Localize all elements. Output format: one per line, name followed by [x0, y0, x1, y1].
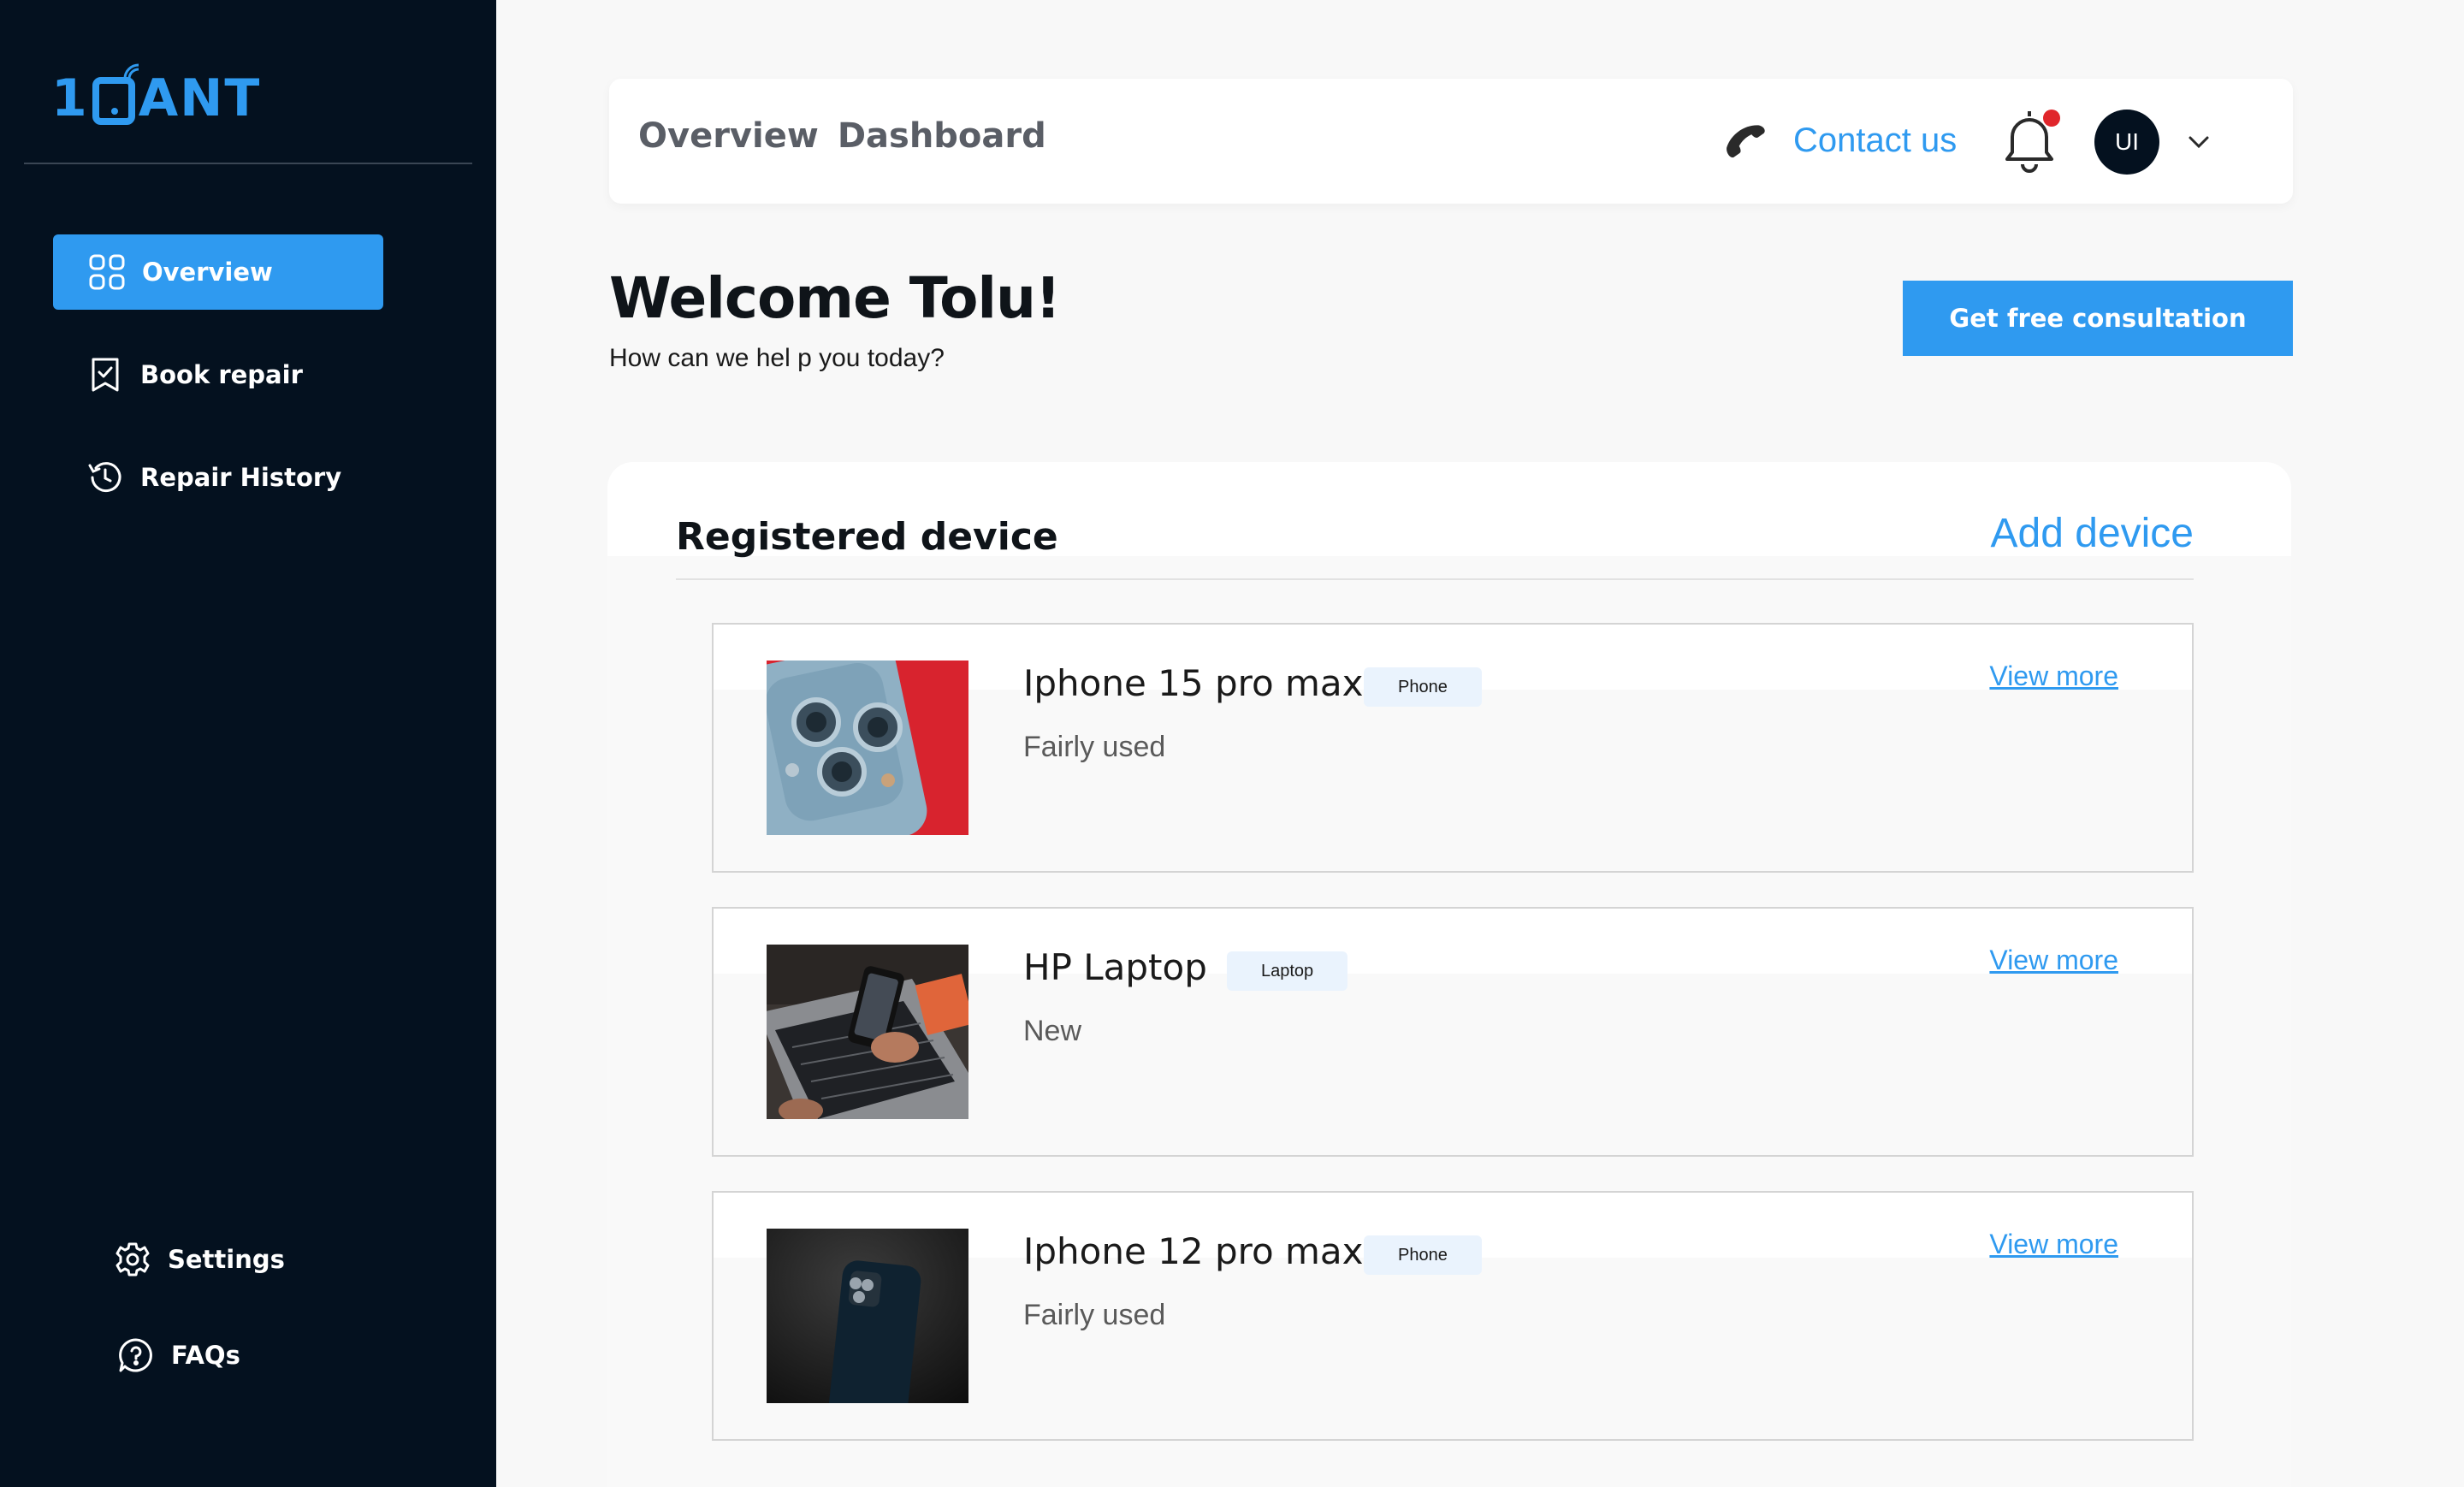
top-header: Overview Dashboard Contact us UI	[609, 79, 2293, 204]
logo-text-prefix: 1	[51, 68, 89, 128]
logo-text-suffix: ANT	[138, 68, 262, 128]
device-item: Iphone 15 pro max Phone Fairly used View…	[712, 623, 2194, 873]
grid-icon	[87, 252, 127, 292]
welcome-title: Welcome Tolu!	[609, 265, 1061, 331]
notification-dot	[2043, 110, 2060, 127]
bookmark-check-icon	[86, 355, 125, 394]
device-photo-iphone-12	[767, 1229, 968, 1403]
device-type-badge: Phone	[1364, 1235, 1482, 1275]
registered-devices-card: Registered device Add device Iphone 15 p…	[607, 462, 2291, 1487]
gear-icon	[113, 1240, 152, 1279]
device-condition: Fairly used	[1023, 731, 1166, 763]
logo-phone-mark	[92, 63, 139, 125]
view-more-link[interactable]: View more	[1989, 661, 2118, 692]
registered-devices-title: Registered device	[676, 515, 1058, 559]
history-icon	[86, 458, 125, 497]
get-free-consultation-button[interactable]: Get free consultation	[1903, 281, 2293, 356]
phone-icon	[1727, 125, 1765, 158]
view-more-link[interactable]: View more	[1989, 945, 2118, 976]
wifi-signal-icon	[123, 63, 139, 80]
brand-logo[interactable]: 1 ANT	[51, 63, 262, 128]
page-title-part2: Dashboard	[837, 116, 1046, 156]
chevron-down-icon[interactable]	[2183, 127, 2214, 157]
sidebar-item-label: Settings	[168, 1245, 285, 1274]
sidebar-item-overview[interactable]: Overview	[53, 234, 383, 310]
page-title: Overview Dashboard	[638, 116, 1046, 156]
page-title-part1: Overview	[638, 116, 819, 156]
device-type-badge: Laptop	[1227, 951, 1348, 991]
card-divider	[676, 578, 2194, 580]
device-type-badge: Phone	[1364, 667, 1482, 707]
device-item: Iphone 12 pro max Phone Fairly used View…	[712, 1191, 2194, 1441]
sidebar-item-label: Overview	[142, 258, 273, 287]
contact-us-link[interactable]: Contact us	[1723, 118, 1957, 163]
sidebar-divider	[24, 163, 472, 164]
sidebar-item-book-repair[interactable]: Book repair	[86, 354, 303, 395]
device-name: HP Laptop	[1023, 946, 1207, 988]
device-photo-iphone-15	[767, 661, 968, 835]
sidebar: 1 ANT Overview Book repair Repair Histor…	[0, 0, 496, 1487]
device-name: Iphone 15 pro max	[1023, 662, 1364, 704]
sidebar-item-settings[interactable]: Settings	[113, 1239, 285, 1280]
view-more-link[interactable]: View more	[1989, 1229, 2118, 1260]
avatar[interactable]: UI	[2094, 110, 2159, 175]
sidebar-item-label: Repair History	[140, 463, 342, 492]
welcome-subtitle: How can we hel p you today?	[609, 344, 945, 372]
device-name: Iphone 12 pro max	[1023, 1230, 1364, 1272]
device-photo-hp-laptop	[767, 945, 968, 1119]
sidebar-item-faqs[interactable]: FAQs	[116, 1335, 240, 1376]
notification-bell[interactable]	[1995, 104, 2064, 176]
device-condition: New	[1023, 1015, 1082, 1047]
contact-us-label: Contact us	[1793, 121, 1958, 159]
add-device-link[interactable]: Add device	[1991, 510, 2194, 557]
device-item: HP Laptop Laptop New View more	[712, 907, 2194, 1157]
sidebar-item-repair-history[interactable]: Repair History	[86, 457, 341, 498]
device-condition: Fairly used	[1023, 1299, 1166, 1331]
chat-question-icon	[116, 1336, 156, 1375]
sidebar-item-label: Book repair	[140, 360, 303, 389]
sidebar-item-label: FAQs	[171, 1341, 240, 1370]
